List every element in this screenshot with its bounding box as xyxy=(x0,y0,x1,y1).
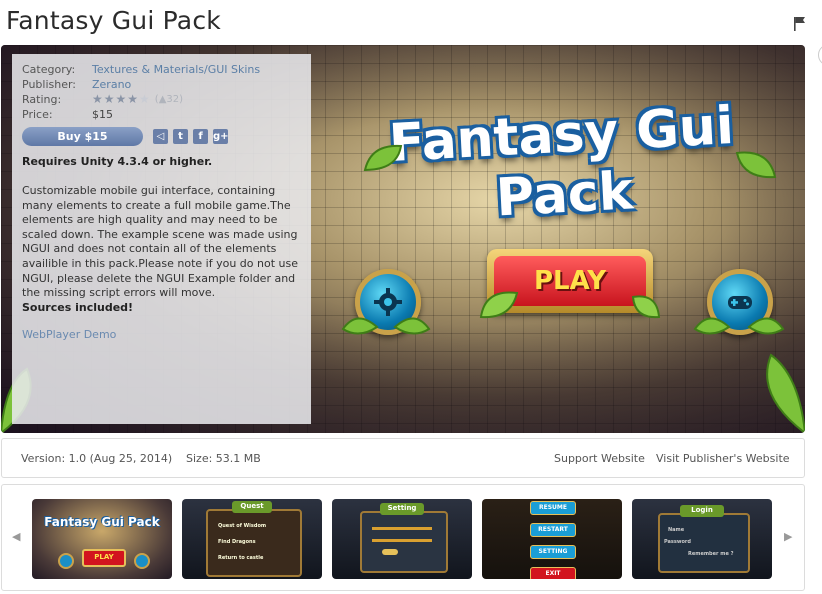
publisher-row: Publisher: Zerano xyxy=(22,77,301,92)
rating-label: Rating: xyxy=(22,93,62,106)
thumbnail-2[interactable]: Quest Quest of Wisdom Find Dragons Retur… xyxy=(182,499,322,579)
thumbnail-title: Fantasy Gui Pack xyxy=(44,515,160,529)
thumbnail-play-button: PLAY xyxy=(82,549,126,567)
thumbnail-play-label: PLAY xyxy=(94,553,114,561)
leaf-icon xyxy=(766,353,805,433)
resume-button: RESUME xyxy=(530,501,576,515)
thumbnail-gamepad-icon xyxy=(134,553,150,569)
page-title: Fantasy Gui Pack xyxy=(6,6,221,35)
restart-label: RESTART xyxy=(538,526,568,533)
restart-button: RESTART xyxy=(530,523,576,537)
info-bar: Version: 1.0 (Aug 25, 2014) Size: 53.1 M… xyxy=(1,438,805,478)
leaf-icon xyxy=(631,295,661,319)
login-name-label: Name xyxy=(668,527,685,533)
price-value: $15 xyxy=(92,108,113,121)
setting-panel xyxy=(360,511,448,573)
setting-button: SETTING xyxy=(530,545,576,559)
thumbnail-4[interactable]: RESUME RESTART SETTING EXIT xyxy=(482,499,622,579)
quest-row: Find Dragons xyxy=(218,539,256,545)
rating-stars[interactable]: ★★★★★ xyxy=(92,92,151,107)
webplayer-demo-link[interactable]: WebPlayer Demo xyxy=(22,328,301,341)
details-panel: Category: Textures & Materials/GUI Skins… xyxy=(12,54,311,424)
description: Customizable mobile gui interface, conta… xyxy=(22,184,298,300)
hero-logo: Fantasy Gui Pack xyxy=(387,96,736,229)
carousel-next-icon[interactable]: ▶ xyxy=(784,530,792,543)
requirements: Requires Unity 4.3.4 or higher. xyxy=(22,155,213,168)
support-website-link[interactable]: Support Website xyxy=(554,452,645,465)
setting-slider xyxy=(372,527,432,530)
login-remember-label: Remember me ? xyxy=(688,551,734,557)
thumbnail-1[interactable]: Fantasy Gui Pack PLAY xyxy=(32,499,172,579)
quest-row: Quest of Wisdom xyxy=(218,523,267,529)
carousel-prev-icon[interactable]: ◀ xyxy=(12,530,20,543)
setting-slider xyxy=(372,539,432,542)
publisher-website-link[interactable]: Visit Publisher's Website xyxy=(656,452,790,465)
login-title: Login xyxy=(691,506,713,514)
sources-note: Sources included! xyxy=(22,300,134,314)
category-row: Category: Textures & Materials/GUI Skins xyxy=(22,62,301,77)
category-label: Category: xyxy=(22,63,76,76)
thumbnail-5[interactable]: Login Name Password Remember me ? xyxy=(632,499,772,579)
version-info: Version: 1.0 (Aug 25, 2014) xyxy=(21,452,173,465)
exit-button: EXIT xyxy=(530,567,576,579)
size-info: Size: 53.1 MB xyxy=(186,452,261,465)
price-row: Price: $15 xyxy=(22,107,301,122)
leaf-icon xyxy=(341,317,431,335)
rating-count: (▲32) xyxy=(154,94,184,105)
leaf-icon xyxy=(735,151,777,179)
screenshot-carousel: ◀ Fantasy Gui Pack PLAY Quest Quest of W… xyxy=(1,484,805,591)
publisher-link[interactable]: Zerano xyxy=(92,77,131,92)
price-label: Price: xyxy=(22,108,53,121)
leaf-icon xyxy=(479,291,519,319)
setting-toggle xyxy=(382,549,398,555)
thumbnail-gear-icon xyxy=(58,553,74,569)
setting-label: SETTING xyxy=(538,548,568,555)
publisher-label: Publisher: xyxy=(22,78,77,91)
setting-title: Setting xyxy=(387,504,417,512)
resume-label: RESUME xyxy=(539,504,567,511)
rating-row: Rating: ★★★★★ (▲32) xyxy=(22,92,301,107)
exit-label: EXIT xyxy=(545,570,561,577)
thumbnail-3[interactable]: Setting xyxy=(332,499,472,579)
star-empty-icon: ★ xyxy=(139,92,151,106)
buy-row: Buy $15 ◁ t f g+ xyxy=(22,127,301,146)
google-plus-icon[interactable]: g+ xyxy=(213,129,229,144)
flag-icon[interactable] xyxy=(793,16,807,32)
buy-button[interactable]: Buy $15 xyxy=(22,127,143,146)
hero-banner: Fantasy Gui Pack PLAY Category: Textures… xyxy=(1,45,805,433)
login-password-label: Password xyxy=(664,539,691,545)
unity-share-icon[interactable]: ◁ xyxy=(153,129,168,144)
quest-row: Return to castle xyxy=(218,555,264,561)
twitter-icon[interactable]: t xyxy=(173,129,188,144)
rating-count-value: 32 xyxy=(166,94,180,105)
side-scroll-indicator xyxy=(818,44,822,66)
facebook-icon[interactable]: f xyxy=(193,129,208,144)
setting-title-tab: Setting xyxy=(380,503,424,515)
quest-title-tab: Quest xyxy=(232,501,272,513)
login-title-tab: Login xyxy=(680,505,724,517)
category-link[interactable]: Textures & Materials/GUI Skins xyxy=(92,62,260,77)
leaf-icon xyxy=(693,317,785,335)
leaf-icon xyxy=(363,144,403,172)
quest-title: Quest xyxy=(240,502,264,510)
